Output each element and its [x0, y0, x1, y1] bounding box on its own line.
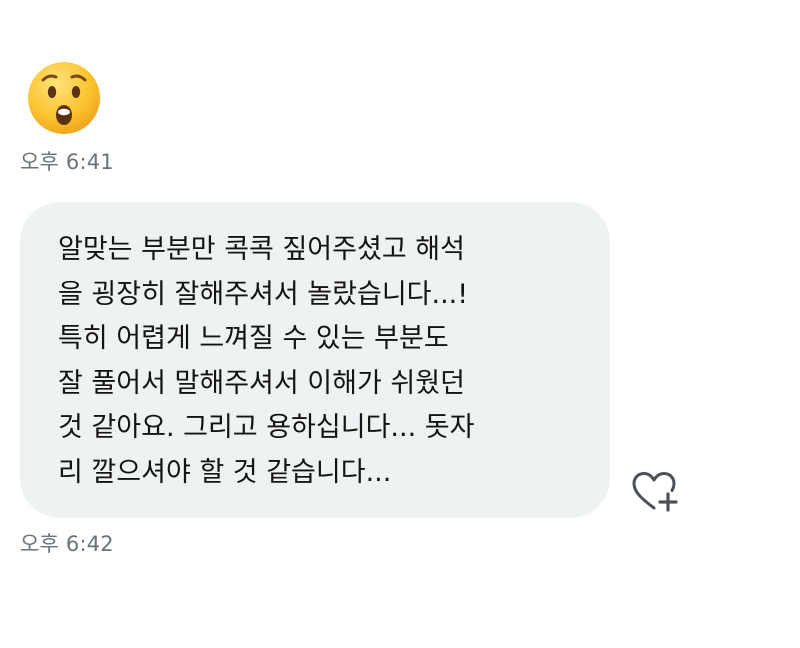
- hushed-face-emoji: [26, 60, 102, 136]
- message-bubble[interactable]: 알맞는 부분만 콕콕 짚어주셨고 해석 을 굉장히 잘해주셔서 놀랐습니다...…: [20, 202, 610, 518]
- message-line: 리 깔으셔야 할 것 같습니다...: [58, 456, 392, 488]
- message-line: 것 같아요. 그리고 용하십니다... 돗자: [58, 412, 475, 443]
- message-line: 을 굉장히 잘해주셔서 놀랐습니다...!: [58, 278, 469, 310]
- add-reaction-button[interactable]: [630, 470, 682, 514]
- message-timestamp: 오후 6:42: [20, 532, 114, 556]
- heart-plus-icon: [632, 472, 678, 512]
- message-timestamp: 오후 6:41: [20, 150, 114, 174]
- message-line: 알맞는 부분만 콕콕 짚어주셨고 해석: [58, 234, 465, 265]
- message-line: 특히 어렵게 느껴질 수 있는 부분도: [58, 323, 449, 354]
- message-line: 잘 풀어서 말해주셔서 이해가 쉬웠던: [58, 367, 465, 399]
